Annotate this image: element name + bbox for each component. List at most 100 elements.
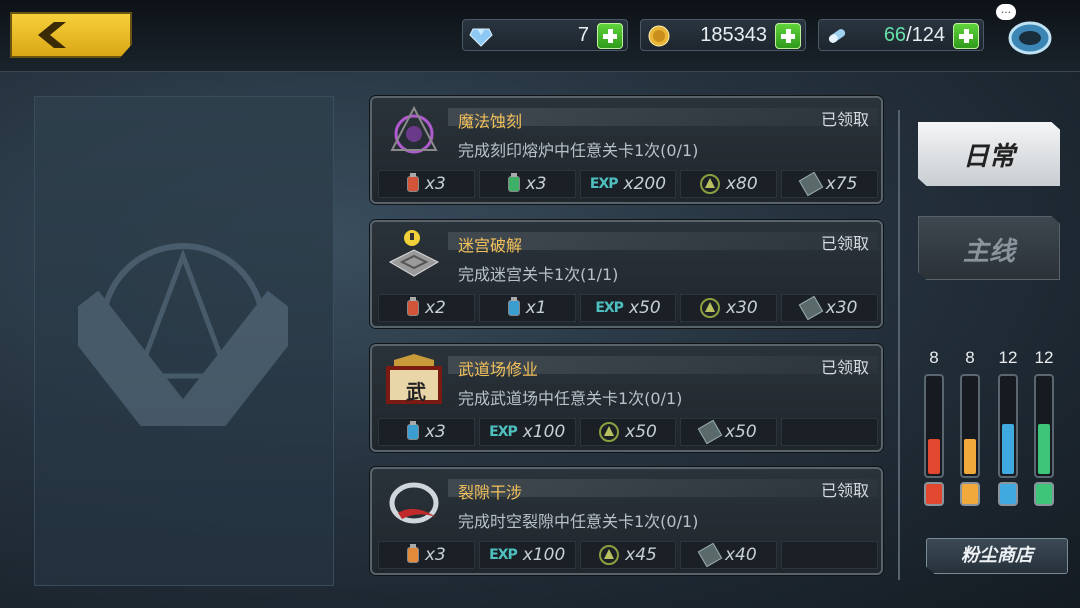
diamond-icon xyxy=(469,28,493,47)
reward-list: x3 EXP x100 x50 x50 xyxy=(378,418,878,448)
quest-card[interactable]: 魔法蚀刻 已领取 完成刻印熔炉中任意关卡1次(0/1) x3 x3 EXP x200 x80 x… xyxy=(370,96,883,204)
reward-item: EXP x100 xyxy=(478,418,576,446)
reward-item: x3 xyxy=(378,170,475,198)
reward-amount: x3 xyxy=(424,545,446,565)
scroll-icon xyxy=(697,542,723,568)
reward-amount: x2 xyxy=(424,298,446,318)
potion-vial-icon xyxy=(406,173,419,192)
scroll-icon xyxy=(798,295,824,321)
top-bar: 7 185343 66/124 … xyxy=(0,0,1080,72)
quest-description: 完成刻印熔炉中任意关卡1次(0/1) xyxy=(458,141,699,160)
scroll-icon xyxy=(798,171,824,197)
gauge-tube xyxy=(1034,374,1054,478)
gauge-count: 12 xyxy=(1034,348,1054,367)
magic-etch-icon xyxy=(384,102,444,162)
gauge-tube xyxy=(960,374,980,478)
dust-bottle-icon xyxy=(924,482,944,506)
quest-status: 已领取 xyxy=(820,234,869,253)
dust-shop-button[interactable]: 粉尘商店 xyxy=(926,538,1068,574)
quest-card[interactable]: 迷宫破解 已领取完成迷宫关卡1次(1/1) x2 x1 EXP x50 x30 x30 xyxy=(370,220,883,328)
quest-status: 已领取 xyxy=(820,358,869,377)
quest-description: 完成迷宫关卡1次(1/1) xyxy=(458,265,619,284)
reward-amount: x50 xyxy=(628,298,661,318)
reward-item: x50 xyxy=(680,418,778,446)
exp-icon: EXP xyxy=(595,300,624,316)
quest-description: 完成武道场中任意关卡1次(0/1) xyxy=(458,389,683,408)
potion-vial-icon xyxy=(406,421,419,440)
tab-daily[interactable]: 日常 xyxy=(918,122,1060,186)
reward-item: x2 xyxy=(378,294,475,322)
tab-main[interactable]: 主线 xyxy=(918,216,1060,280)
reward-amount: x3 xyxy=(525,174,547,194)
reward-item: x40 xyxy=(680,541,778,569)
reward-slot-empty xyxy=(781,541,878,569)
gauge-tube xyxy=(998,374,1018,478)
quest-title: 裂隙干涉 xyxy=(458,483,523,502)
rune-icon xyxy=(699,174,720,194)
reward-amount: x1 xyxy=(525,298,547,318)
add-gold-button[interactable] xyxy=(775,23,801,49)
exp-icon: EXP xyxy=(489,547,518,563)
dust-gauge: 12 xyxy=(996,348,1020,506)
scroll-icon xyxy=(697,419,723,445)
gauge-count: 12 xyxy=(998,348,1018,367)
rune-icon xyxy=(599,422,620,442)
reward-item: x30 xyxy=(781,294,878,322)
quest-title: 魔法蚀刻 xyxy=(458,112,523,131)
aegis-emblem-icon xyxy=(78,243,288,426)
dust-bottle-icon xyxy=(1034,482,1054,506)
quest-card[interactable]: 裂隙干涉 已领取 完成时空裂隙中任意关卡1次(0/1) x3 EXP x100 x45 x40 xyxy=(370,467,883,575)
gauge-tube xyxy=(924,374,944,478)
reward-item: EXP x100 xyxy=(478,541,576,569)
reward-item: x1 xyxy=(478,294,576,322)
reward-amount: x75 xyxy=(825,174,858,194)
reward-amount: x100 xyxy=(522,422,566,442)
stamina-capsule-icon xyxy=(828,29,846,43)
gauge-fill xyxy=(964,439,976,474)
quest-title: 迷宫破解 xyxy=(458,236,523,255)
dojo-icon: 武 xyxy=(384,350,444,410)
reward-slot-empty xyxy=(781,418,878,446)
quest-description: 完成时空裂隙中任意关卡1次(0/1) xyxy=(458,512,699,531)
rune-icon xyxy=(599,545,620,565)
gauge-fill xyxy=(928,439,940,474)
quest-card[interactable]: 武武道场修业 已领取 完成武道场中任意关卡1次(0/1) x3 EXP x100 x50 x5… xyxy=(370,344,883,452)
add-stamina-button[interactable] xyxy=(953,23,979,49)
reward-item: x3 xyxy=(378,418,475,446)
reward-item: EXP x50 xyxy=(579,294,677,322)
reward-amount: x80 xyxy=(725,174,758,194)
exp-icon: EXP xyxy=(489,424,518,440)
back-arrow-icon xyxy=(38,22,66,48)
reward-amount: x3 xyxy=(424,174,446,194)
back-button[interactable] xyxy=(10,12,132,58)
stamina-counter: 66/124 xyxy=(818,19,984,51)
gold-counter: 185343 xyxy=(640,19,806,51)
reward-item: x80 xyxy=(680,170,778,198)
gauge-count: 8 xyxy=(965,348,975,367)
coin-icon xyxy=(648,25,670,47)
reward-list: x3 x3 EXP x200 x80 x75 xyxy=(378,170,878,200)
gold-value: 185343 xyxy=(700,24,767,46)
rune-icon xyxy=(699,298,720,318)
settings-ring-icon[interactable] xyxy=(1002,14,1054,58)
rift-icon xyxy=(384,473,444,533)
reward-amount: x40 xyxy=(724,545,757,565)
potion-vial-icon xyxy=(507,173,520,192)
reward-amount: x100 xyxy=(522,545,566,565)
reward-amount: x30 xyxy=(725,298,758,318)
gem-counter: 7 xyxy=(462,19,628,51)
reward-item: x3 xyxy=(478,170,576,198)
dust-gauge: 12 xyxy=(1032,348,1056,506)
dust-gauge: 8 xyxy=(922,348,946,506)
panel-divider xyxy=(898,110,900,580)
reward-item: x50 xyxy=(579,418,677,446)
add-gems-button[interactable] xyxy=(597,23,623,49)
gauge-count: 8 xyxy=(929,348,939,367)
reward-item: x45 xyxy=(579,541,677,569)
quest-title: 武道场修业 xyxy=(458,360,539,379)
reward-list: x2 x1 EXP x50 x30 x30 xyxy=(378,294,878,324)
reward-amount: x45 xyxy=(625,545,657,565)
potion-vial-icon xyxy=(406,544,419,563)
reward-item: EXP x200 xyxy=(579,170,677,198)
gauge-fill xyxy=(1002,424,1014,474)
